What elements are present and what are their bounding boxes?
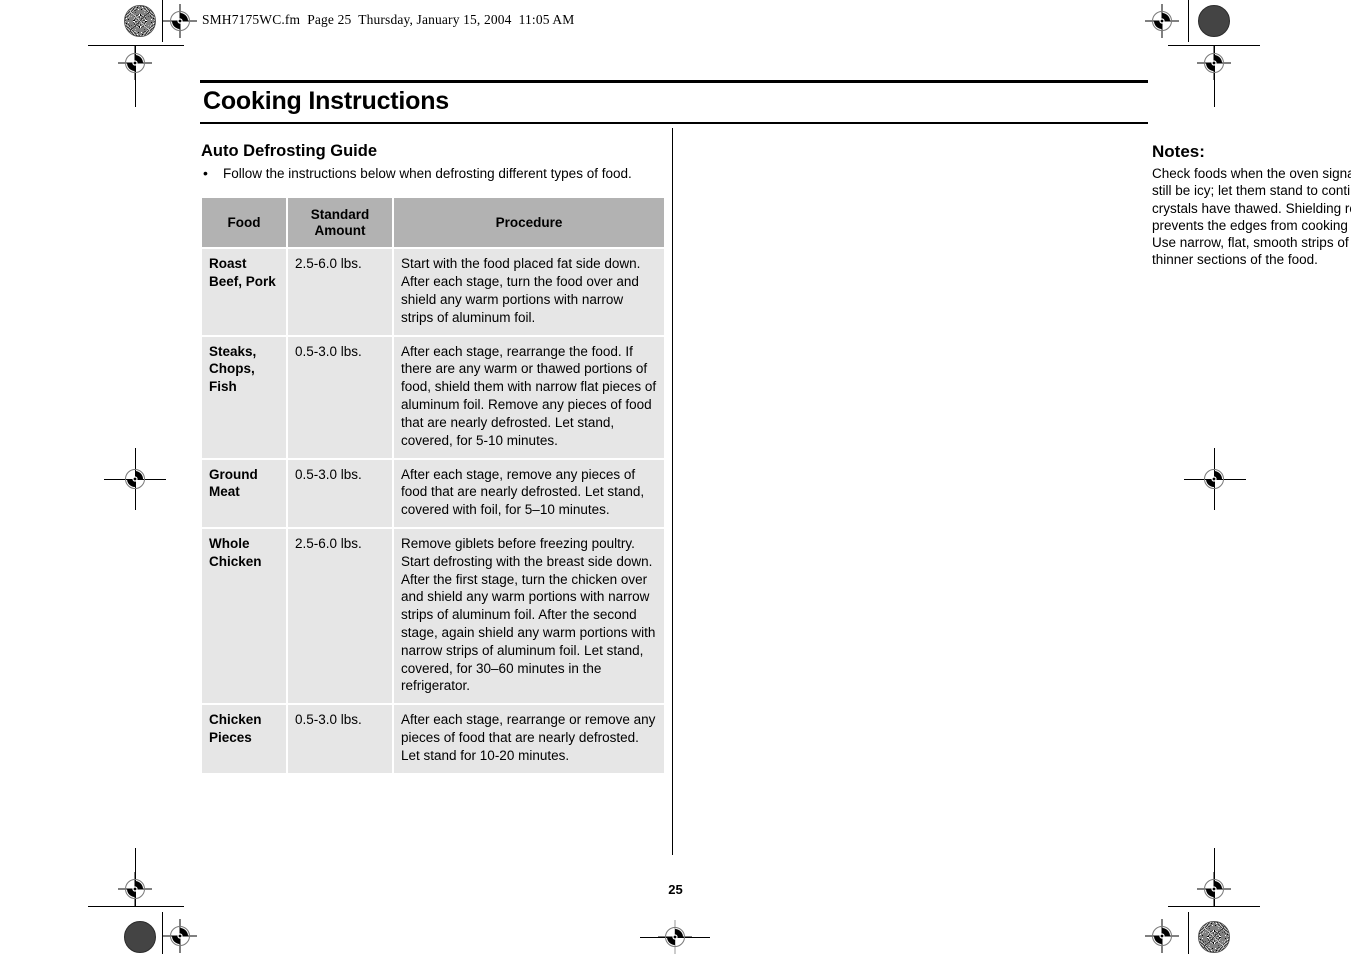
cell-food: Roast Beef, Pork <box>202 249 286 335</box>
halftone-patch-top-left <box>124 5 156 37</box>
trim-line-right-top <box>1214 45 1215 107</box>
section-heading-auto-defrosting-guide: Auto Defrosting Guide <box>201 141 377 160</box>
gutter-line-bot-right <box>1188 912 1189 954</box>
table-row: Chicken Pieces 0.5-3.0 lbs. After each s… <box>202 705 664 773</box>
left-column: Auto Defrosting Guide Follow the instruc… <box>200 142 665 775</box>
table-row: Steaks, Chops, Fish 0.5-3.0 lbs. After e… <box>202 336 664 458</box>
bottom-center-tick <box>640 937 710 938</box>
registration-crosshair-top-left-outer <box>118 46 152 80</box>
cell-amount: 2.5-6.0 lbs. <box>288 249 392 335</box>
registration-crosshair-top-right-inner <box>1145 4 1179 38</box>
cell-procedure: After each stage, rearrange or remove an… <box>394 705 664 773</box>
cell-procedure: After each stage, rearrange the food. If… <box>394 336 664 458</box>
list-item: Follow the instructions below when defro… <box>200 164 665 183</box>
right-column: Notes: Check foods when the oven signals… <box>1152 142 1351 775</box>
trim-line-bottom-left <box>88 906 184 907</box>
title-rule-bottom <box>200 121 1148 124</box>
trim-line-top-left <box>88 45 184 46</box>
section-heading-notes: Notes: <box>1152 141 1205 161</box>
cell-food: Ground Meat <box>202 459 286 527</box>
gutter-line-top-right <box>1188 0 1189 42</box>
page-content: Cooking Instructions Auto Defrosting Gui… <box>200 80 1351 880</box>
registration-crosshair-top-right-outer <box>1197 46 1231 80</box>
side-tick-left-mid <box>104 479 166 480</box>
document-file-header: SMH7175WC.fm Page 25 Thursday, January 1… <box>202 12 575 27</box>
solid-density-patch-top-right <box>1198 5 1230 37</box>
cell-food: Chicken Pieces <box>202 705 286 773</box>
table-row: Roast Beef, Pork 2.5-6.0 lbs. Start with… <box>202 249 664 335</box>
column-header-food: Food <box>202 198 286 248</box>
cell-amount: 0.5-3.0 lbs. <box>288 459 392 527</box>
cell-procedure: Remove giblets before freezing poultry. … <box>394 528 664 704</box>
registration-crosshair-left-middle <box>118 462 152 496</box>
solid-density-patch-bottom-left <box>124 921 156 953</box>
table-row: Whole Chicken 2.5-6.0 lbs. Remove giblet… <box>202 528 664 704</box>
cell-amount: 0.5-3.0 lbs. <box>288 336 392 458</box>
cell-amount: 2.5-6.0 lbs. <box>288 528 392 704</box>
two-column-body: Auto Defrosting Guide Follow the instruc… <box>200 127 1351 855</box>
trim-line-top-right <box>1168 45 1260 46</box>
cell-procedure: After each stage, remove any pieces of f… <box>394 459 664 527</box>
cell-procedure: Start with the food placed fat side down… <box>394 249 664 335</box>
registration-crosshair-bottom-center <box>658 920 692 954</box>
cell-amount: 0.5-3.0 lbs. <box>288 705 392 773</box>
registration-crosshair-top-left-inner <box>163 4 197 38</box>
side-tick-left-mid-v <box>135 448 136 510</box>
registration-crosshair-bottom-right-inner <box>1145 919 1179 953</box>
table-header-row: Food Standard Amount Procedure <box>202 198 664 248</box>
page-number: 25 <box>668 882 683 897</box>
column-header-procedure: Procedure <box>394 198 664 248</box>
page-title: Cooking Instructions <box>203 87 450 115</box>
column-divider-rule <box>672 127 673 855</box>
gutter-line-bot-left <box>162 912 163 954</box>
intro-bullet-list: Follow the instructions below when defro… <box>200 164 665 183</box>
trim-line-left-top <box>135 45 136 107</box>
table-row: Ground Meat 0.5-3.0 lbs. After each stag… <box>202 459 664 527</box>
halftone-patch-bottom-right <box>1198 921 1230 953</box>
auto-defrosting-guide-table: Food Standard Amount Procedure Roast Bee… <box>200 196 666 775</box>
trim-line-bottom-right <box>1168 906 1260 907</box>
cell-food: Steaks, Chops, Fish <box>202 336 286 458</box>
registration-crosshair-bottom-left-inner <box>163 919 197 953</box>
gutter-line-top-left <box>162 0 163 42</box>
notes-body-text: Check foods when the oven signals. After… <box>1152 166 1351 268</box>
cell-food: Whole Chicken <box>202 528 286 704</box>
trim-line-left-bottom <box>135 848 136 906</box>
column-header-standard-amount: Standard Amount <box>288 198 392 248</box>
trim-line-right-bottom <box>1214 848 1215 906</box>
